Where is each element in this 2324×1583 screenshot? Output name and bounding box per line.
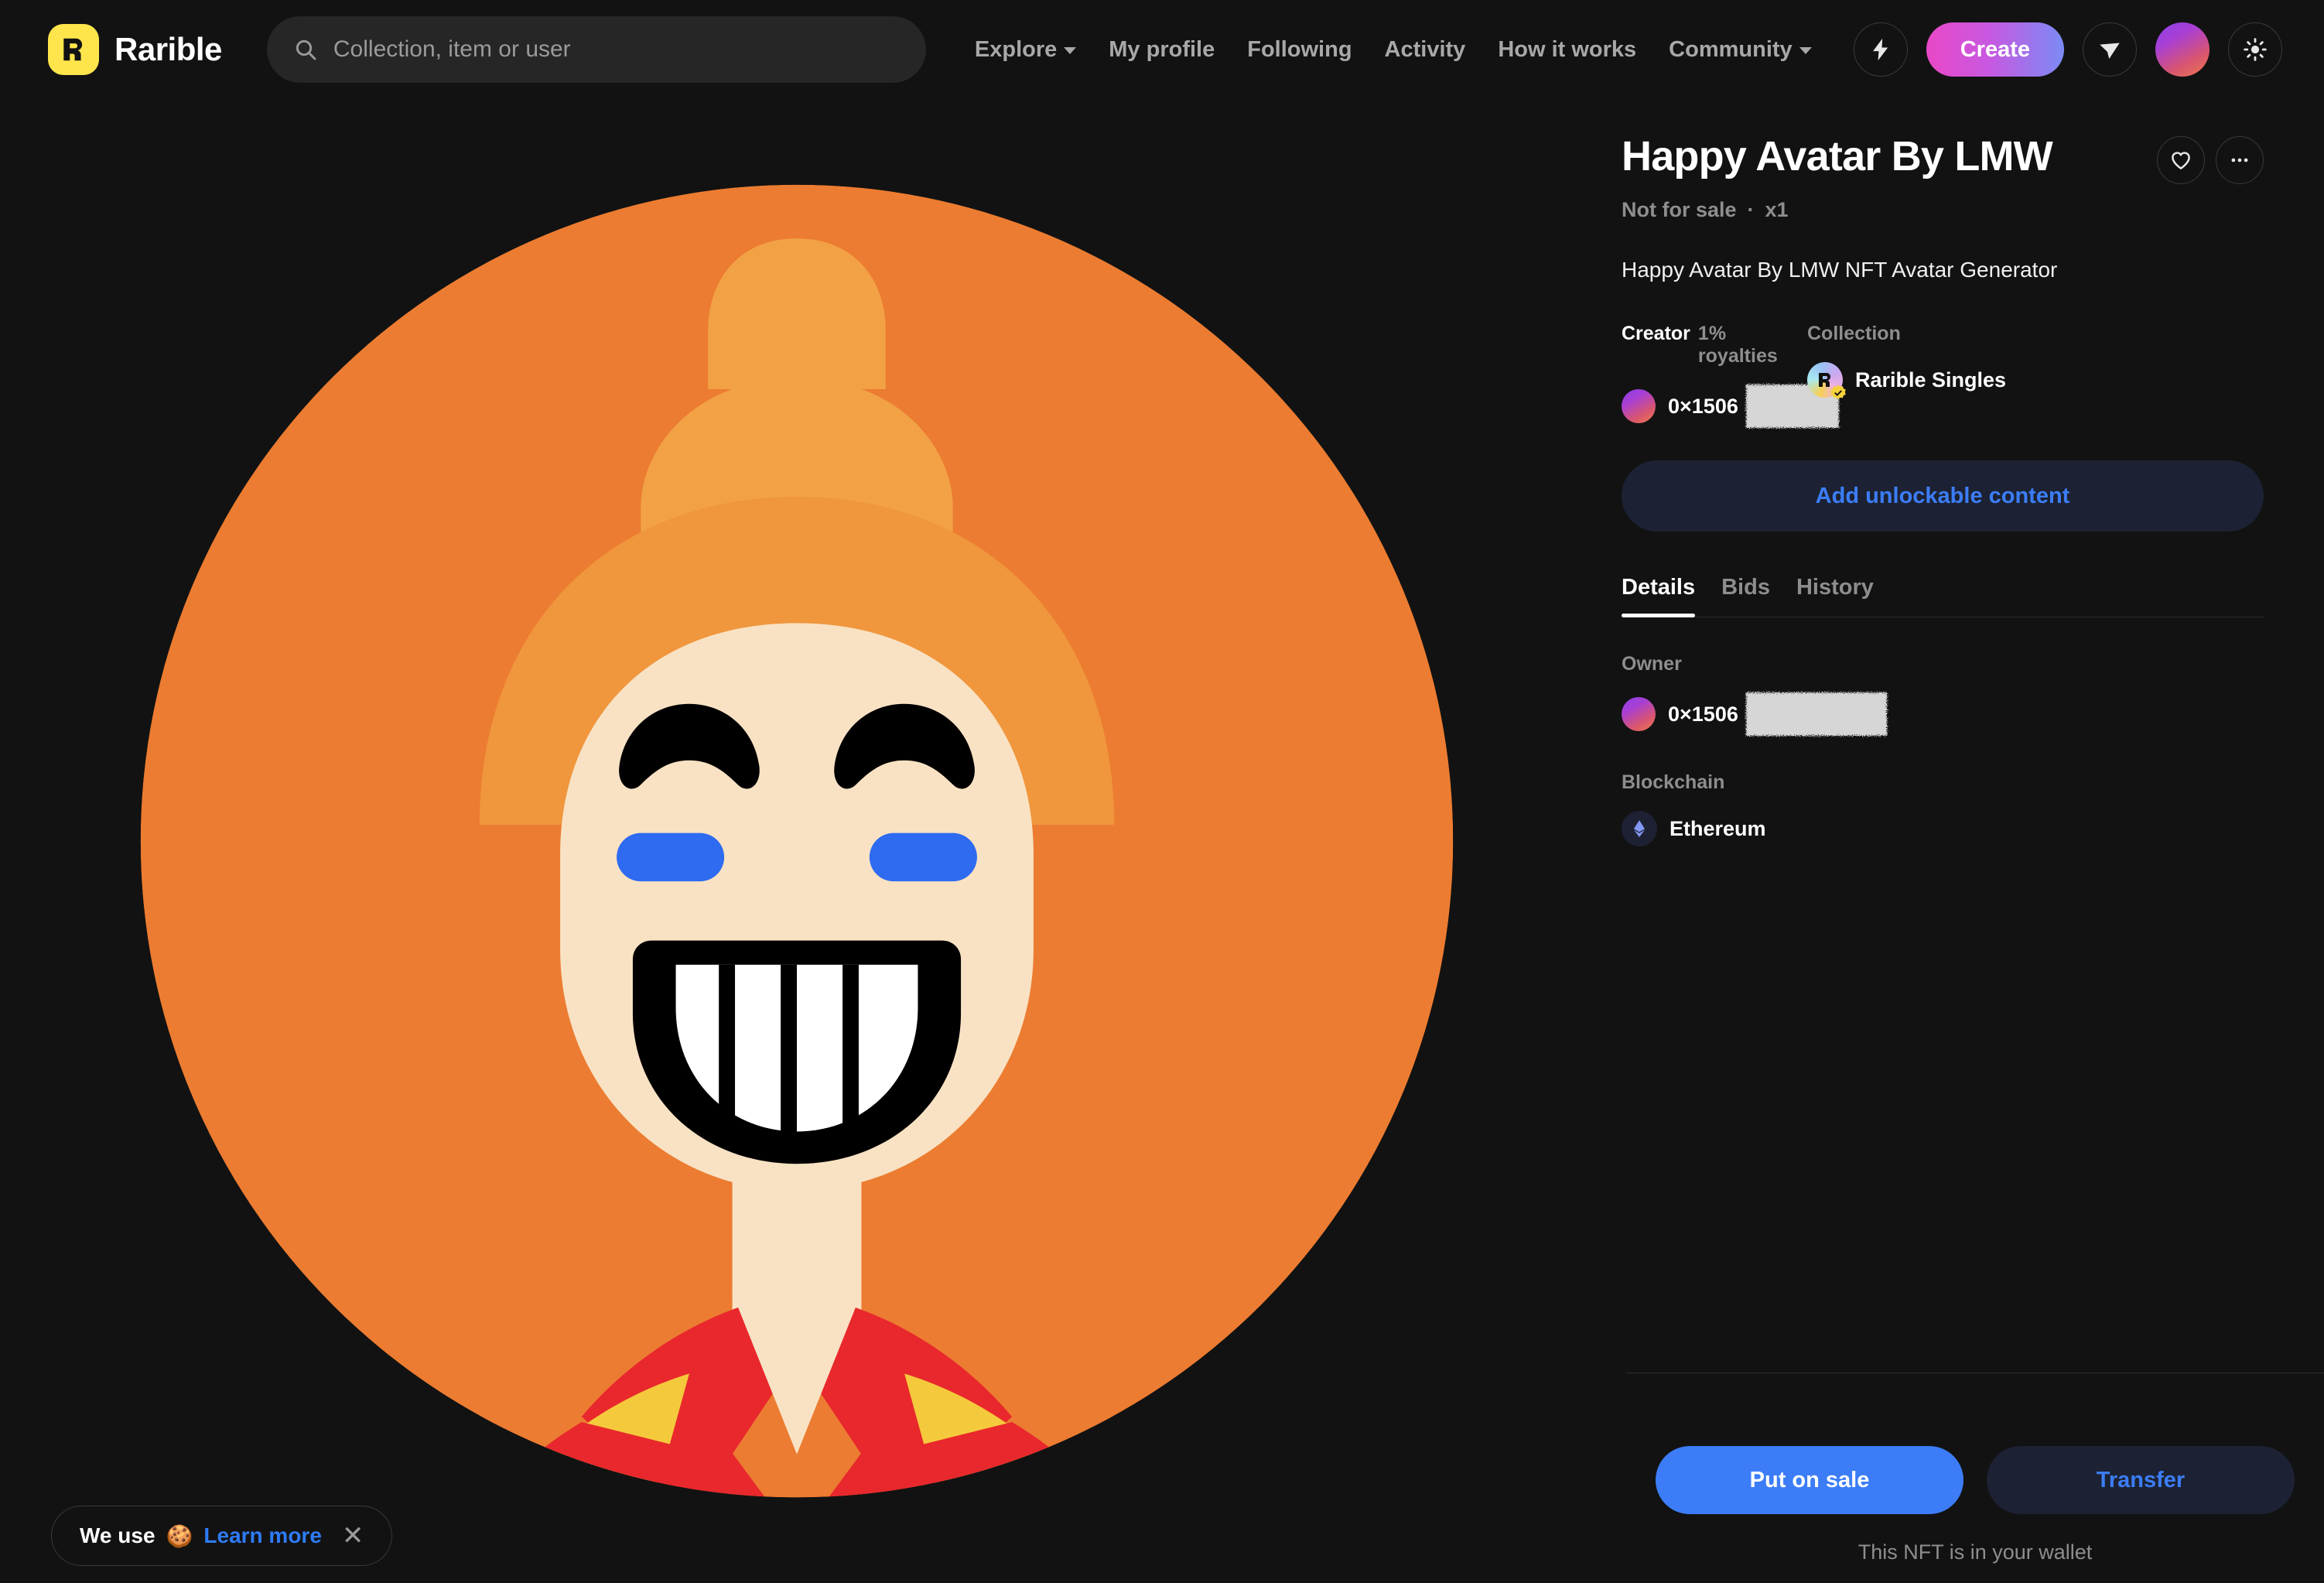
heart-icon	[2172, 152, 2190, 170]
creator-address: 0×1506	[1668, 394, 1738, 418]
header-actions: Create	[1853, 22, 2282, 77]
send-button[interactable]	[2083, 22, 2137, 77]
nav-label: How it works	[1498, 36, 1637, 62]
item-description: Happy Avatar By LMW NFT Avatar Generator	[1622, 258, 2058, 282]
close-icon[interactable]: ✕	[342, 1523, 364, 1549]
search-bar[interactable]	[266, 16, 926, 83]
owner-label: Owner	[1622, 653, 1682, 675]
owner-identity[interactable]: 0×1506	[1622, 692, 2264, 736]
owner-avatar	[1622, 697, 1656, 731]
blockchain-value: Ethereum	[1622, 811, 2264, 846]
tab-history[interactable]: History	[1796, 575, 1874, 617]
quantity-badge: x1	[1765, 198, 1789, 221]
tab-details[interactable]: Details	[1622, 575, 1696, 617]
footer-buttons: Put on sale Transfer	[1626, 1446, 2324, 1514]
chevron-down-icon	[1064, 47, 1077, 54]
creator-collection-row: Creator 1% royalties 0×1506 Collection R…	[1622, 323, 2264, 428]
theme-toggle-button[interactable]	[2228, 22, 2282, 77]
rarible-r-logo-icon	[48, 24, 99, 75]
creator-label-row: Creator 1% royalties	[1622, 323, 1807, 368]
create-button[interactable]: Create	[1926, 22, 2064, 77]
brand-name: Rarible	[114, 31, 222, 67]
nav-label: Community	[1669, 36, 1793, 62]
nft-artwork-panel[interactable]	[0, 99, 1594, 1583]
owner-address: 0×1506	[1668, 702, 1738, 726]
transfer-button[interactable]: Transfer	[1987, 1446, 2295, 1514]
blockchain-section: Blockchain Ethereum	[1622, 771, 2264, 846]
paper-plane-icon	[2100, 43, 2120, 60]
wallet-note: This NFT is in your wallet	[1857, 1540, 2093, 1564]
collection-identity[interactable]: Rarible Singles	[1807, 362, 2007, 399]
top-navigation-bar: Rarible Explore My profile Following Act…	[0, 0, 2324, 99]
nav-item-how-it-works[interactable]: How it works	[1482, 37, 1652, 63]
nav-label: Explore	[974, 36, 1058, 62]
footer-divider	[1626, 1372, 2324, 1373]
tabs-divider	[1622, 616, 2264, 617]
ethereum-icon	[1622, 811, 1657, 846]
creator-identity[interactable]: 0×1506	[1622, 385, 1839, 428]
chevron-down-icon	[1799, 47, 1812, 54]
ellipsis-icon	[2231, 158, 2248, 162]
creator-avatar	[1622, 389, 1656, 423]
like-button[interactable]	[2157, 136, 2205, 184]
cookie-icon: 🍪	[166, 1523, 193, 1548]
owner-section: Owner 0×1506	[1622, 653, 2264, 736]
page-title: Happy Avatar By LMW	[1622, 133, 2053, 179]
put-on-sale-button[interactable]: Put on sale	[1656, 1446, 1963, 1514]
nav-item-following[interactable]: Following	[1231, 37, 1368, 63]
cookie-text: We use	[80, 1523, 156, 1547]
nav-label: Following	[1247, 36, 1352, 62]
search-icon	[296, 39, 316, 60]
collection-label: Collection	[1807, 323, 1901, 344]
collection-name: Rarible Singles	[1855, 368, 2007, 391]
title-row: Happy Avatar By LMW	[1622, 133, 2264, 184]
detail-tabs: Details Bids History	[1622, 575, 2264, 617]
blockchain-label: Blockchain	[1622, 771, 1725, 793]
nav-item-explore[interactable]: Explore	[959, 37, 1092, 63]
user-avatar[interactable]	[2155, 22, 2210, 77]
item-details-panel: Happy Avatar By LMW Not for sale · x1 Ha…	[1594, 99, 2324, 1583]
blockchain-name: Ethereum	[1670, 816, 1766, 840]
learn-more-link[interactable]: Learn more	[203, 1523, 322, 1548]
status-line: Not for sale · x1	[1622, 198, 2264, 222]
separator: ·	[1747, 198, 1755, 221]
creator-royalties: 1% royalties	[1697, 323, 1778, 367]
nft-artwork-image	[140, 184, 1454, 1498]
search-input[interactable]	[333, 36, 900, 63]
cookie-banner: We use 🍪 Learn more ✕	[51, 1506, 393, 1566]
panel-footer: Put on sale Transfer This NFT is in your…	[1566, 1372, 2324, 1583]
redacted-owner-name	[1745, 692, 1887, 736]
add-unlockable-content-button[interactable]: Add unlockable content	[1622, 460, 2264, 532]
tab-bids[interactable]: Bids	[1721, 575, 1770, 617]
creator-label: Creator	[1622, 323, 1690, 344]
nav-item-community[interactable]: Community	[1652, 37, 1828, 63]
nav-item-my-profile[interactable]: My profile	[1092, 37, 1231, 63]
more-options-button[interactable]	[2216, 136, 2264, 184]
sale-status: Not for sale	[1622, 198, 1737, 221]
title-actions	[2157, 136, 2264, 184]
nav-item-activity[interactable]: Activity	[1369, 37, 1482, 63]
collection-avatar	[1807, 362, 1846, 399]
creator-block: Creator 1% royalties 0×1506	[1622, 323, 1839, 428]
sun-brightness-icon	[2244, 38, 2267, 61]
collection-label-row: Collection	[1807, 323, 2006, 345]
lightning-bolt-button[interactable]	[1853, 22, 1908, 77]
nav-label: My profile	[1109, 36, 1215, 62]
lightning-bolt-icon	[1872, 38, 1888, 61]
main-nav: Explore My profile Following Activity Ho…	[959, 37, 1828, 63]
nav-label: Activity	[1384, 36, 1466, 62]
brand-logo[interactable]: Rarible	[48, 24, 222, 75]
verified-check-icon	[1830, 385, 1846, 399]
